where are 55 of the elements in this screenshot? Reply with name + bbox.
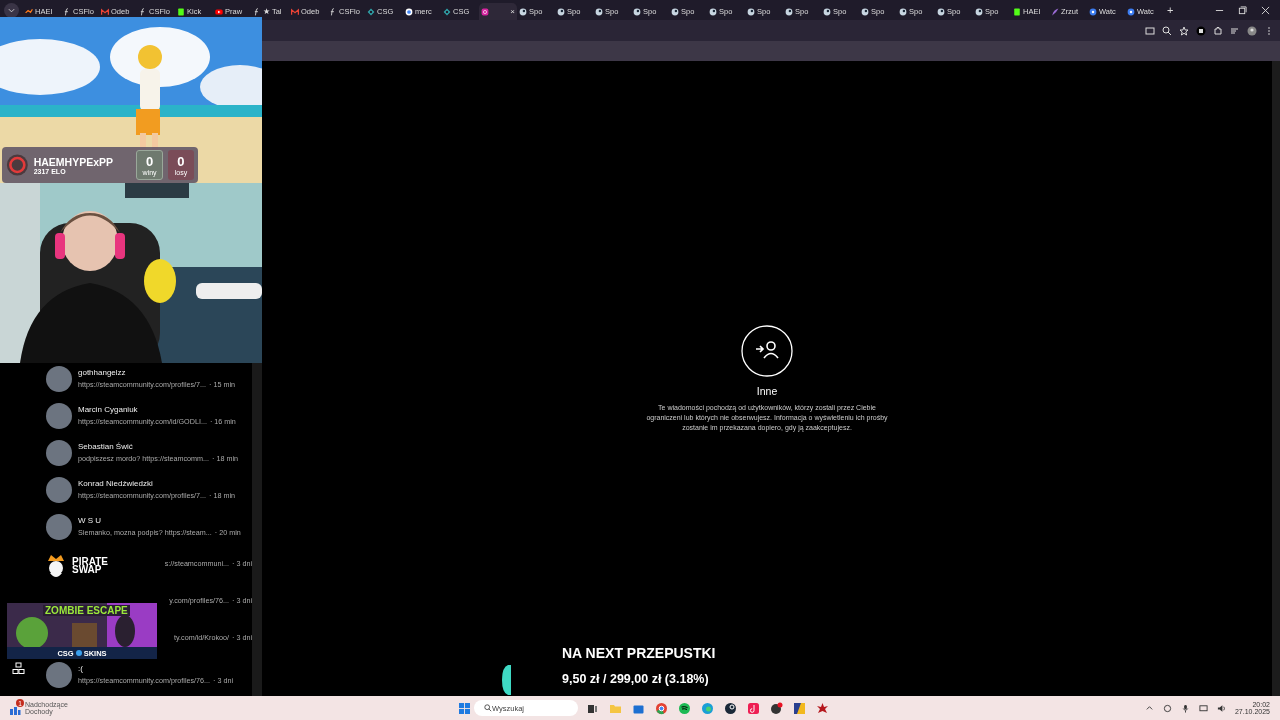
sender-name: W S U <box>78 516 103 525</box>
windows-start-icon[interactable] <box>459 702 470 714</box>
avatar <box>46 365 72 392</box>
play-icon <box>215 7 223 16</box>
player-name: HAEMHYPExPP <box>33 155 115 168</box>
browser-tab[interactable]: × <box>479 3 517 20</box>
avatar <box>46 439 72 466</box>
avatar <box>46 513 72 540</box>
tab-search-button[interactable] <box>4 2 19 18</box>
diamond-icon <box>367 7 375 16</box>
goal-bar-end <box>502 665 511 695</box>
avatar <box>46 661 72 688</box>
banner-title: ZOMBIE ESCAPE <box>43 605 130 616</box>
cast-icon[interactable] <box>1145 25 1155 36</box>
diamond-icon <box>443 7 451 16</box>
reading-list-icon[interactable] <box>1230 25 1240 36</box>
camera-icon <box>481 7 489 16</box>
mail-icon <box>291 7 299 16</box>
microphone-icon[interactable] <box>1180 703 1190 713</box>
search-icon <box>484 704 492 712</box>
sender-name: Konrad Niedźwiedzki <box>78 479 154 488</box>
sender-name: Sebastian Świć <box>78 442 134 451</box>
apps-icon[interactable] <box>12 662 25 675</box>
add-person-icon <box>741 325 793 377</box>
script-f-icon <box>63 7 71 16</box>
close-icon[interactable] <box>1261 5 1270 15</box>
scrollbar[interactable] <box>1272 61 1280 696</box>
sponsor-logo-text: SWAP <box>72 566 102 575</box>
sender-name: Marcin Cyganiuk <box>78 405 139 414</box>
star-icon[interactable] <box>1179 25 1189 36</box>
extension-icon[interactable] <box>1196 25 1206 36</box>
script-f-icon <box>139 7 147 16</box>
script-f-icon <box>329 7 337 16</box>
chevron-up-icon[interactable] <box>1144 703 1154 713</box>
sender-name: gothhangelzz <box>78 368 127 377</box>
chevron-down-icon <box>8 6 15 14</box>
monitor-icon[interactable] <box>1198 703 1208 713</box>
section-title: Inne <box>756 385 778 397</box>
sender-name: :( <box>78 664 84 673</box>
zigzag-icon <box>25 7 33 16</box>
restore-icon[interactable] <box>1238 5 1247 15</box>
feather-icon <box>1051 7 1059 16</box>
app-icon[interactable] <box>770 701 783 715</box>
new-tab-button[interactable]: + <box>1163 4 1178 16</box>
mail-icon <box>101 7 109 16</box>
avatar <box>46 402 72 429</box>
profile-icon[interactable] <box>1247 25 1257 36</box>
zoom-icon[interactable] <box>1162 25 1172 36</box>
sponsor-logo-text: PIRATE <box>72 557 108 566</box>
script-f-icon <box>253 7 261 16</box>
app-icon[interactable] <box>793 701 806 715</box>
avatar <box>46 476 72 503</box>
goal-title: NA NEXT PRZEPUSTKI <box>562 645 716 661</box>
goal-amount: 9,50 zł / 299,00 zł (3.18%) <box>562 672 710 686</box>
speaker-icon[interactable] <box>1216 703 1226 713</box>
